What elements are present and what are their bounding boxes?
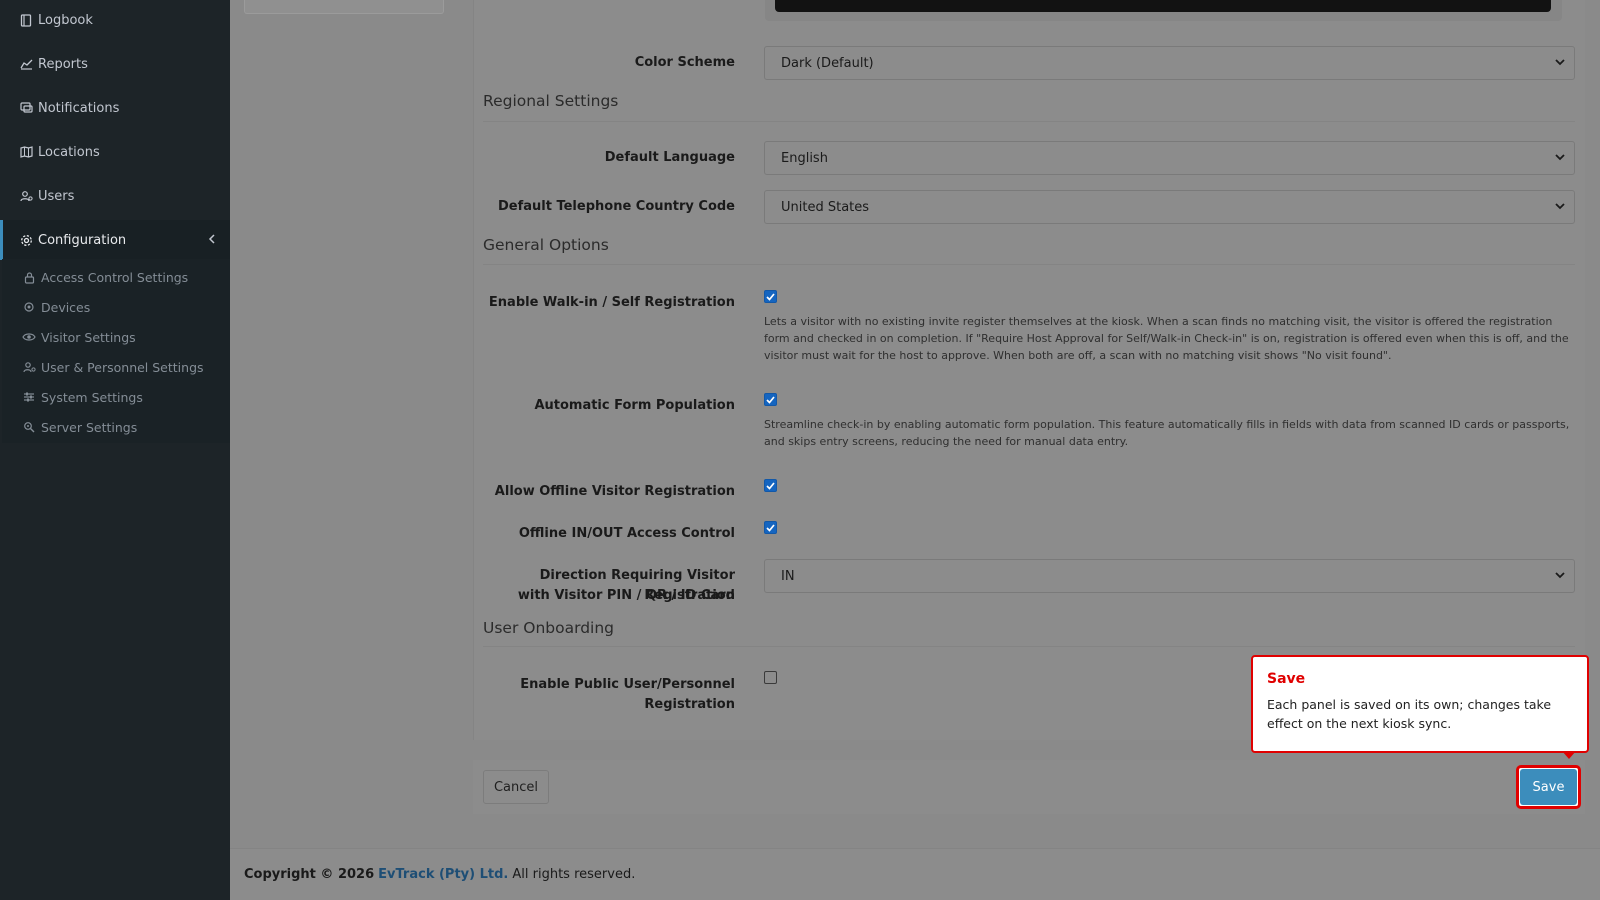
configuration-submenu: Access Control Settings Devices Visitor …	[2, 259, 230, 443]
default-country-code-label: Default Telephone Country Code	[497, 199, 735, 214]
sidebar-subitem-visitor-settings[interactable]: Visitor Settings	[2, 322, 230, 352]
sidebar-subitem-label: Visitor Settings	[41, 329, 136, 345]
offline-registration-label: Allow Offline Visitor Registration	[494, 484, 735, 499]
regional-settings-title: Regional Settings	[483, 92, 619, 110]
users-icon	[19, 189, 33, 203]
user-gear-icon	[22, 360, 36, 374]
sidebar-subitem-label: User & Personnel Settings	[41, 359, 204, 375]
chat-icon	[19, 101, 33, 115]
sidebar-subitem-server-settings[interactable]: Server Settings	[2, 412, 230, 442]
save-button[interactable]: Save	[1520, 769, 1577, 805]
walkin-registration-checkbox[interactable]	[764, 290, 777, 303]
walkin-registration-help: Lets a visitor with no existing invite r…	[764, 315, 1569, 362]
sidebar-item-label: Configuration	[38, 232, 127, 248]
chevron-down-icon	[1554, 200, 1566, 216]
save-tooltip: Save Each panel is saved on its own; cha…	[1251, 655, 1589, 753]
sidebar-item-locations[interactable]: Locations	[0, 132, 230, 172]
direction-select[interactable]: IN	[764, 559, 1575, 593]
cancel-button[interactable]: Cancel	[483, 770, 549, 804]
lock-icon	[22, 270, 36, 284]
chevron-down-icon	[1554, 569, 1566, 585]
color-scheme-label: Color Scheme	[634, 55, 735, 70]
map-icon	[19, 145, 33, 159]
public-registration-checkbox[interactable]	[764, 671, 777, 684]
sidebar-item-label: Reports	[38, 56, 88, 72]
chevron-down-icon	[1554, 56, 1566, 72]
user-onboarding-title: User Onboarding	[483, 619, 615, 637]
copyright-text: Copyright © 2026	[244, 867, 375, 882]
sidebar-item-notifications[interactable]: Notifications	[0, 88, 230, 128]
public-registration-label-line2: Registration	[644, 697, 735, 712]
sidebar-item-label: Notifications	[38, 100, 120, 116]
chart-icon	[19, 57, 33, 71]
left-card	[244, 0, 444, 14]
check-icon	[766, 292, 775, 301]
direction-value: IN	[781, 568, 795, 584]
color-scheme-select[interactable]: Dark (Default)	[764, 46, 1575, 80]
check-icon	[766, 523, 775, 532]
sidebar-item-label: Locations	[38, 144, 100, 160]
direction-label-line2: with Visitor PIN / QR / ID Card	[517, 588, 735, 603]
default-language-label: Default Language	[604, 150, 735, 165]
sidebar-item-logbook[interactable]: Logbook	[0, 0, 230, 40]
section-divider	[483, 646, 1575, 647]
eye-icon	[22, 330, 36, 344]
server-icon	[22, 420, 36, 434]
sidebar-subitem-system-settings[interactable]: System Settings	[2, 382, 230, 412]
chevron-down-icon	[1554, 151, 1566, 167]
book-icon	[19, 13, 33, 27]
offline-registration-checkbox[interactable]	[764, 479, 777, 492]
sidebar-subitem-label: Server Settings	[41, 419, 138, 435]
sidebar-subitem-label: Devices	[41, 299, 91, 315]
general-options-title: General Options	[483, 236, 609, 254]
default-country-code-value: United States	[781, 199, 870, 215]
page-footer: Copyright © 2026 EvTrack (Pty) Ltd. All …	[230, 848, 1600, 900]
section-divider	[483, 121, 1575, 122]
auto-form-population-label: Automatic Form Population	[534, 398, 735, 413]
sliders-icon	[22, 390, 36, 404]
offline-access-checkbox[interactable]	[764, 521, 777, 534]
color-scheme-value: Dark (Default)	[781, 55, 874, 71]
sidebar-item-label: Logbook	[38, 12, 93, 28]
theme-preview-swatch	[775, 0, 1551, 12]
sidebar-subitem-label: Access Control Settings	[41, 269, 189, 285]
theme-preview-bar	[765, 0, 1562, 21]
tooltip-title: Save	[1267, 671, 1306, 687]
sidebar-subitem-access-control[interactable]: Access Control Settings	[2, 262, 230, 292]
chevron-left-icon	[208, 233, 216, 248]
public-registration-label-line1: Enable Public User/Personnel	[520, 677, 735, 692]
section-divider	[483, 264, 1575, 265]
sidebar-item-users[interactable]: Users	[0, 176, 230, 216]
action-bar	[473, 760, 1585, 814]
default-language-select[interactable]: English	[764, 141, 1575, 175]
sidebar-item-configuration[interactable]: Configuration	[0, 220, 230, 260]
gear-icon	[19, 233, 33, 247]
walkin-registration-label: Enable Walk-in / Self Registration	[488, 295, 735, 310]
sidebar-item-label: Users	[38, 188, 75, 204]
offline-access-label: Offline IN/OUT Access Control	[518, 526, 735, 541]
sidebar-subitem-label: System Settings	[41, 389, 143, 405]
auto-form-population-checkbox[interactable]	[764, 393, 777, 406]
device-icon	[22, 300, 36, 314]
default-country-code-select[interactable]: United States	[764, 190, 1575, 224]
sidebar: Logbook Reports Notifications Locations …	[0, 0, 230, 900]
auto-form-population-help: Streamline check-in by enabling automati…	[764, 418, 1570, 448]
tooltip-arrow	[1562, 751, 1576, 759]
sidebar-item-reports[interactable]: Reports	[0, 44, 230, 84]
sidebar-subitem-user-personnel[interactable]: User & Personnel Settings	[2, 352, 230, 382]
sidebar-subitem-devices[interactable]: Devices	[2, 292, 230, 322]
tooltip-body: Each panel is saved on its own; changes …	[1267, 697, 1552, 731]
default-language-value: English	[781, 150, 828, 166]
rights-text: All rights reserved.	[512, 867, 636, 882]
check-icon	[766, 395, 775, 404]
check-icon	[766, 481, 775, 490]
brand-link[interactable]: EvTrack (Pty) Ltd.	[378, 867, 508, 882]
